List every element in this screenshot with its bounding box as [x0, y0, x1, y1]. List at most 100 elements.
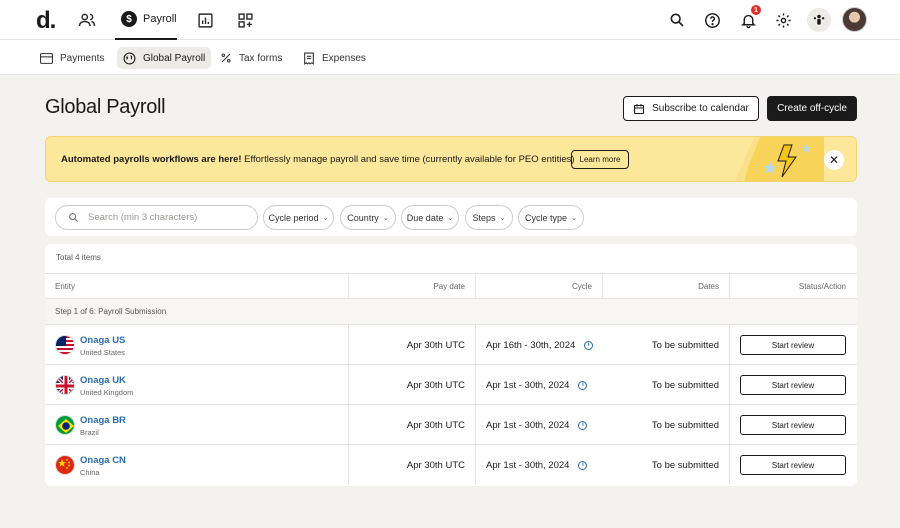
help-icon[interactable] — [700, 8, 724, 32]
announcement-banner: Automated payrolls workflows are here! E… — [45, 136, 857, 182]
info-icon[interactable]: i — [578, 420, 588, 430]
entity-country: China — [80, 468, 100, 477]
filter-label: Steps — [472, 212, 496, 223]
chevron-down-icon: ⌄ — [382, 214, 389, 222]
avatar[interactable] — [842, 7, 867, 32]
pay-date: Apr 30th UTC — [406, 379, 465, 391]
filter-country[interactable]: Country ⌄ — [340, 205, 396, 230]
percent-icon — [221, 53, 231, 63]
chart-icon[interactable] — [194, 9, 216, 31]
subnav-item-global-payroll[interactable]: Global Payroll — [117, 47, 212, 69]
subnav-label: Expenses — [322, 52, 366, 64]
cycle-range: Apr 1st - 30th, 2024 — [486, 459, 570, 471]
entity-country: United Kingdom — [80, 388, 134, 397]
search-box[interactable] — [55, 205, 258, 230]
subnav-label: Global Payroll — [143, 52, 206, 64]
subnav-label: Payments — [60, 52, 105, 64]
payroll-table: Total 4 items Entity Pay date Cycle Date… — [45, 244, 857, 486]
table-row[interactable]: Onaga CN China Apr 30th UTC Apr 1st - 30… — [45, 445, 857, 485]
search-input[interactable] — [88, 212, 238, 223]
top-navigation: d. $ Payroll 1 — [0, 0, 900, 40]
column-header-entity: Entity — [55, 282, 76, 291]
learn-more-button[interactable]: Learn more — [571, 150, 629, 169]
logo[interactable]: d. — [36, 7, 56, 35]
banner-description: Effortlessly manage payroll and save tim… — [241, 154, 575, 165]
filter-label: Country — [347, 212, 379, 223]
start-review-button[interactable]: Start review — [740, 455, 846, 475]
dates-status: To be submitted — [651, 339, 719, 351]
chevron-down-icon: ⌄ — [322, 214, 329, 222]
column-header-dates: Dates — [698, 282, 719, 291]
filter-bar: Cycle period⌄ Country⌄ Due date⌄ Steps⌄ … — [45, 198, 857, 236]
info-icon[interactable]: i — [578, 460, 588, 470]
banner-headline: Automated payrolls workflows are here! — [61, 154, 242, 165]
chevron-down-icon: ⌄ — [571, 214, 577, 222]
payroll-nav-label: Payroll — [143, 13, 177, 25]
banner-text: Automated payrolls workflows are here! E… — [61, 154, 575, 165]
chevron-down-icon: ⌄ — [447, 214, 454, 222]
pay-date: Apr 30th UTC — [406, 419, 465, 431]
cycle-cell: Apr 1st - 30th, 2024 i — [486, 365, 588, 405]
subnav-item-expenses[interactable]: Expenses — [297, 47, 372, 69]
info-icon[interactable]: i — [584, 340, 594, 350]
subnav-item-payments[interactable]: Payments — [34, 47, 110, 69]
receipt-icon — [304, 52, 314, 65]
subscribe-calendar-button[interactable]: Subscribe to calendar — [623, 96, 759, 121]
table-header: Entity Pay date Cycle Dates Status/Actio… — [45, 273, 857, 299]
info-icon[interactable]: i — [578, 380, 588, 390]
calendar-icon — [634, 103, 645, 114]
cycle-cell: Apr 1st - 30th, 2024 i — [486, 405, 588, 445]
cycle-range: Apr 1st - 30th, 2024 — [486, 419, 570, 431]
start-review-button[interactable]: Start review — [740, 335, 846, 355]
payroll-nav-tab[interactable]: $ Payroll — [115, 0, 177, 40]
entity-name[interactable]: Onaga US — [80, 335, 125, 346]
apps-add-icon[interactable] — [234, 9, 256, 31]
dates-status: To be submitted — [651, 419, 719, 431]
org-icon[interactable] — [807, 8, 831, 32]
filter-cycle-period[interactable]: Cycle period ⌄ — [263, 205, 334, 230]
gear-icon[interactable] — [771, 8, 795, 32]
notification-badge: 1 — [751, 5, 761, 15]
start-review-button[interactable]: Start review — [740, 375, 846, 395]
cycle-cell: Apr 16th - 30th, 2024 i — [486, 325, 594, 365]
entity-name[interactable]: Onaga CN — [80, 455, 126, 466]
globe-icon — [123, 52, 136, 64]
table-row[interactable]: Onaga UK United Kingdom Apr 30th UTC Apr… — [45, 365, 857, 405]
filter-steps[interactable]: Steps ⌄ — [465, 205, 513, 230]
card-icon — [40, 52, 53, 64]
column-header-pay-date: Pay date — [433, 282, 465, 291]
table-row[interactable]: Onaga BR Brazil Apr 30th UTC Apr 1st - 3… — [45, 405, 857, 445]
dates-status: To be submitted — [651, 379, 719, 391]
subnav-item-tax-forms[interactable]: Tax forms — [214, 47, 288, 69]
entity-country: Brazil — [80, 428, 99, 437]
close-icon[interactable]: ✕ — [824, 150, 844, 170]
people-icon[interactable] — [76, 9, 98, 31]
filter-cycle-type[interactable]: Cycle type ⌄ — [518, 205, 584, 230]
filter-label: Cycle period — [268, 212, 319, 223]
pay-date: Apr 30th UTC — [406, 459, 465, 471]
bell-icon[interactable]: 1 — [736, 5, 761, 32]
dates-status: To be submitted — [651, 459, 719, 471]
filter-label: Due date — [406, 212, 444, 223]
create-off-cycle-button[interactable]: Create off-cycle — [767, 96, 857, 121]
filter-label: Cycle type — [525, 212, 568, 223]
dollar-icon: $ — [121, 11, 137, 27]
start-review-button[interactable]: Start review — [740, 415, 846, 435]
column-header-cycle: Cycle — [571, 282, 592, 291]
subnav-label: Tax forms — [239, 52, 283, 64]
entity-name[interactable]: Onaga UK — [80, 375, 126, 386]
china-flag-icon — [55, 455, 75, 475]
uk-flag-icon — [55, 375, 75, 395]
sub-navigation: Payments Global Payroll Tax forms Expens… — [0, 40, 900, 75]
cycle-range: Apr 1st - 30th, 2024 — [486, 379, 570, 391]
table-row[interactable]: Onaga US United States Apr 30th UTC Apr … — [45, 325, 857, 365]
total-count: Total 4 items — [56, 253, 101, 262]
subscribe-calendar-label: Subscribe to calendar — [652, 103, 749, 114]
filter-due-date[interactable]: Due date ⌄ — [401, 205, 459, 230]
entity-name[interactable]: Onaga BR — [80, 415, 126, 426]
search-icon[interactable] — [665, 8, 689, 32]
us-flag-icon — [55, 335, 75, 355]
banner-illustration — [734, 137, 824, 181]
page-title: Global Payroll — [45, 96, 166, 118]
cycle-cell: Apr 1st - 30th, 2024 i — [486, 445, 588, 485]
